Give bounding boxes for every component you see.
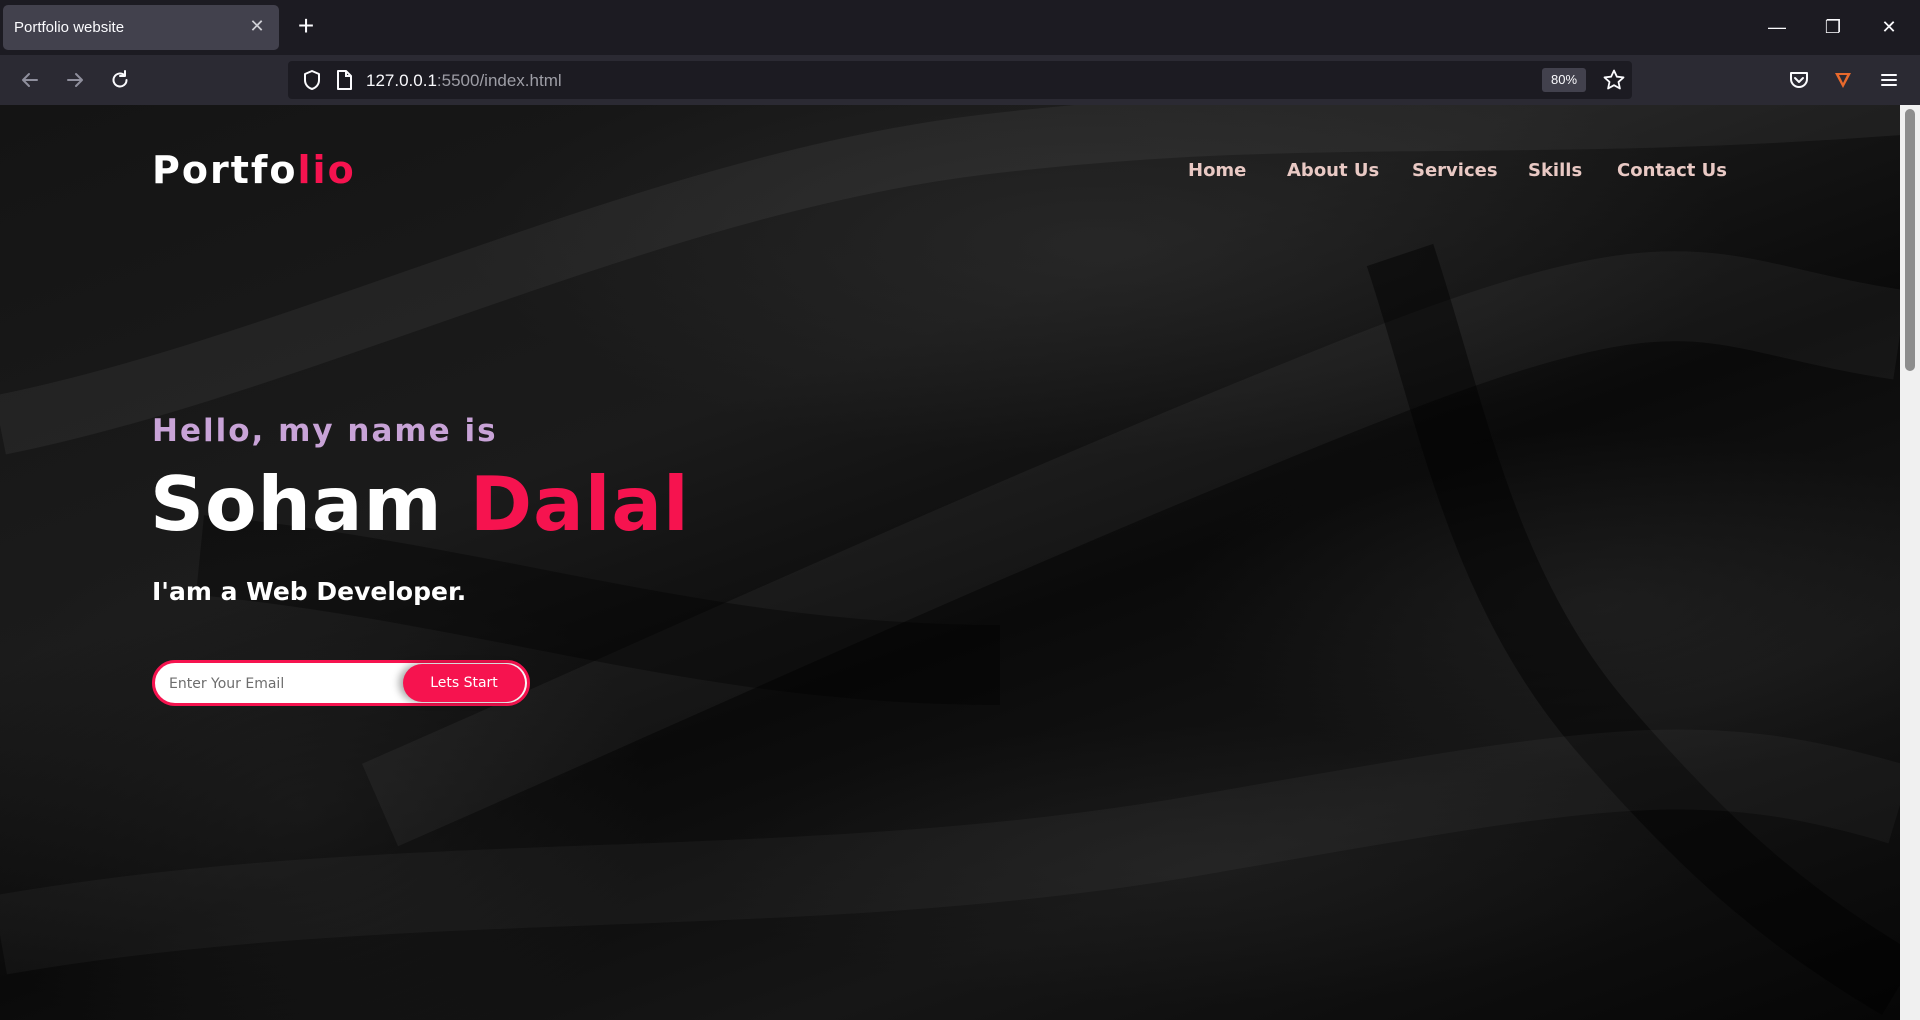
hero-first-name: Soham <box>150 460 443 548</box>
zoom-level-badge[interactable]: 80% <box>1542 68 1586 92</box>
hero-role: I'am a Web Developer. <box>152 577 467 606</box>
lets-start-button[interactable]: Lets Start <box>403 664 525 702</box>
hamburger-menu-icon[interactable] <box>1875 66 1903 94</box>
pocket-icon[interactable] <box>1785 66 1813 94</box>
back-button[interactable] <box>16 66 44 94</box>
email-input[interactable] <box>169 672 399 696</box>
nav-link-about-us[interactable]: About Us <box>1287 160 1379 181</box>
browser-toolbar: 127.0.0.1:5500/index.html 80% <box>0 55 1920 105</box>
email-signup-form: Lets Start <box>152 660 530 706</box>
extension-icon[interactable] <box>1829 66 1857 94</box>
hero-last-name: Dalal <box>469 460 690 548</box>
page-scrollbar[interactable] <box>1900 105 1920 1020</box>
reload-icon <box>112 70 128 88</box>
tab-close-icon[interactable]: ✕ <box>247 16 267 36</box>
close-window-button[interactable]: ✕ <box>1869 12 1909 42</box>
tab-title: Portfolio website <box>14 19 125 36</box>
page-viewport: Portfolio Home About Us Services Skills … <box>0 105 1900 1020</box>
hero-greeting: Hello, my name is <box>152 413 498 449</box>
restore-button[interactable]: ❐ <box>1813 12 1853 42</box>
browser-tab-active[interactable]: Portfolio website ✕ <box>3 5 279 50</box>
bookmark-star-icon[interactable] <box>1600 66 1628 94</box>
back-arrow-icon <box>22 73 38 87</box>
site-logo[interactable]: Portfolio <box>152 148 356 192</box>
new-tab-button[interactable]: + <box>293 12 319 42</box>
scrollbar-thumb[interactable] <box>1905 109 1915 371</box>
fabric-background-image <box>0 105 1900 1016</box>
address-bar[interactable]: 127.0.0.1:5500/index.html 80% <box>288 61 1632 99</box>
url-path: :5500/index.html <box>436 71 562 90</box>
hero-name: Soham Dalal <box>150 460 690 548</box>
reload-button[interactable] <box>106 66 134 94</box>
nav-link-services[interactable]: Services <box>1412 160 1498 181</box>
nav-link-home[interactable]: Home <box>1188 160 1246 181</box>
logo-accent-text: lio <box>297 148 356 192</box>
browser-tab-bar: Portfolio website ✕ + — ❐ ✕ <box>0 0 1920 55</box>
forward-button[interactable] <box>61 66 89 94</box>
nav-link-skills[interactable]: Skills <box>1528 160 1582 181</box>
minimize-button[interactable]: — <box>1757 12 1797 42</box>
url-text[interactable]: 127.0.0.1:5500/index.html <box>366 71 562 91</box>
nav-link-contact-us[interactable]: Contact Us <box>1617 160 1727 181</box>
url-host: 127.0.0.1 <box>366 71 437 90</box>
shield-icon[interactable] <box>298 66 326 94</box>
logo-main-text: Portfo <box>152 148 298 192</box>
forward-arrow-icon <box>67 73 83 87</box>
page-info-icon[interactable] <box>330 66 358 94</box>
